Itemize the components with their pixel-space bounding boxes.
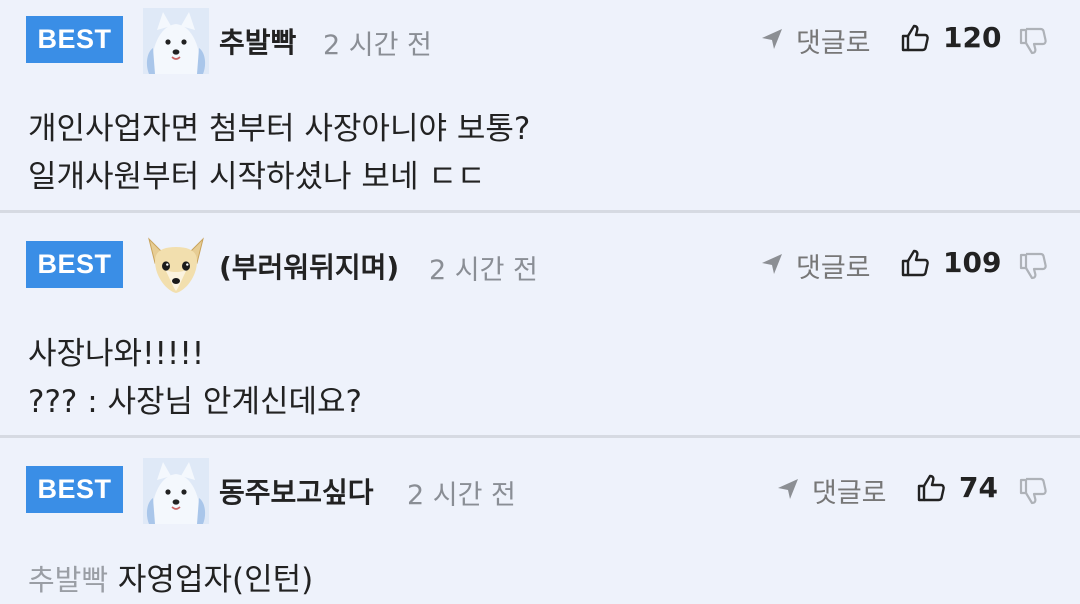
comment-header: BEST 추발빡 2 시간 전 댓글로 120 xyxy=(0,4,1080,74)
best-badge: BEST xyxy=(26,466,123,513)
like-count: 74 xyxy=(959,471,998,504)
avatar[interactable] xyxy=(143,8,209,74)
comment-header: BEST (부러워뒤지며) 2 시간 전 댓글로 109 xyxy=(0,229,1080,299)
thumbs-down-icon[interactable] xyxy=(1018,476,1048,506)
best-badge: BEST xyxy=(26,241,123,288)
white-dog-avatar-icon xyxy=(143,458,209,524)
reply-arrow-icon[interactable] xyxy=(776,477,800,501)
white-dog-avatar-icon xyxy=(143,8,209,74)
comment-header: BEST 동주보고싶다 2 시간 전 댓글로 74 xyxy=(0,454,1080,524)
thumbs-up-icon[interactable] xyxy=(900,248,930,278)
thumbs-down-icon[interactable] xyxy=(1018,251,1048,281)
like-count: 109 xyxy=(943,246,1002,279)
like-count: 120 xyxy=(943,21,1002,54)
comment-text-line: 사장나와!!!!! xyxy=(28,336,205,372)
comment-author[interactable]: (부러워뒤지며) xyxy=(219,246,399,286)
best-badge: BEST xyxy=(26,16,123,63)
comment-time: 2 시간 전 xyxy=(407,480,516,511)
comment-time: 2 시간 전 xyxy=(323,30,432,61)
thumbs-up-icon[interactable] xyxy=(916,473,946,503)
comment-author[interactable]: 동주보고싶다 xyxy=(219,471,374,511)
thumbs-up-icon[interactable] xyxy=(900,23,930,53)
comment-divider xyxy=(0,210,1080,213)
avatar[interactable] xyxy=(143,458,209,524)
chihuahua-avatar-icon xyxy=(143,233,209,299)
comment-text-line: ??? : 사장님 안계신데요? xyxy=(28,384,362,420)
comment-time: 2 시간 전 xyxy=(429,255,538,286)
comment-text-line: 일개사원부터 시작하셨나 보네 ㄷㄷ xyxy=(28,159,486,195)
comment-author[interactable]: 추발빡 xyxy=(219,21,296,61)
reply-button[interactable]: 댓글로 xyxy=(812,471,887,510)
reply-arrow-icon[interactable] xyxy=(760,27,784,51)
thumbs-down-icon[interactable] xyxy=(1018,26,1048,56)
reply-button[interactable]: 댓글로 xyxy=(796,246,871,285)
comment-text-line: 개인사업자면 첨부터 사장아니야 보통? xyxy=(28,111,531,147)
reply-arrow-icon[interactable] xyxy=(760,252,784,276)
mention-tag[interactable]: 추발빡 xyxy=(28,563,108,597)
reply-button[interactable]: 댓글로 xyxy=(796,21,871,60)
comment-divider xyxy=(0,435,1080,438)
comment-text: 자영업자(인턴) xyxy=(117,562,314,598)
comment-text-line: 추발빡 자영업자(인턴) xyxy=(28,554,313,599)
avatar[interactable] xyxy=(143,233,209,299)
